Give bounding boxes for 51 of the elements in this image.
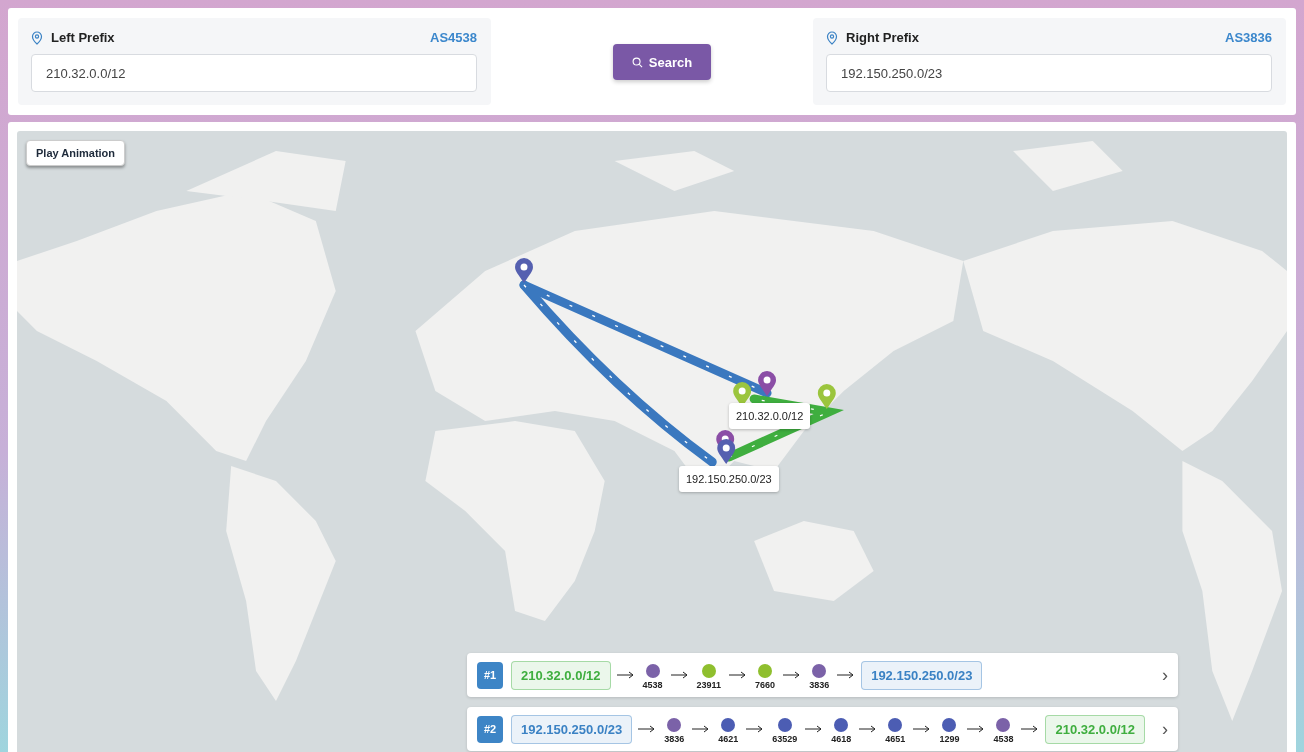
arrow-icon [805,725,824,733]
path-card[interactable]: #2 192.150.250.0/23 3836 4621 63529 4618 4651 1299 4538 210.32.0.0/12 › [467,707,1178,751]
chevron-icon: › [1162,718,1168,740]
prefix-tag: 210.32.0.0/12 [511,660,611,690]
asn-number: 4651 [883,734,908,744]
arrow-icon [692,725,711,733]
asn-number: 3836 [807,680,832,690]
prefix-tag: 210.32.0.0/12 [1045,714,1145,744]
asn-label: AS3836 [1225,30,1272,45]
rank-badge: #2 [477,715,503,743]
arrow-icon [967,725,986,733]
location-pin-icon [31,30,43,45]
asn-number: 4618 [829,734,854,744]
map-pin-icon [758,371,776,396]
asn-label: AS4538 [430,30,477,45]
asn-number: 63529 [770,734,800,744]
rank-badge: #1 [477,661,503,689]
asn-number: 3836 [662,734,687,744]
prefix-input-field[interactable]: 210.32.0.0/12 [31,54,477,92]
prefix-tag: 192.150.250.0/23 [511,714,633,744]
field-label: Right Prefix [846,30,919,45]
map-pin-icon [717,439,736,464]
asn-number: 4538 [991,734,1016,744]
map-tooltip: 192.150.250.0/23 [679,466,779,492]
location-pin-icon [826,30,838,45]
path-card[interactable]: #1 210.32.0.0/12 4538 23911 7660 3836 192.150.250.0/23 › [467,653,1178,697]
prefix-tag: 192.150.250.0/23 [861,660,983,690]
arrow-icon [616,671,635,679]
arrow-icon [1021,725,1040,733]
asn-number: 23911 [694,680,724,690]
arrow-icon [913,725,932,733]
asn-number: 1299 [937,734,962,744]
arrow-icon [783,671,802,679]
arrow-icon [837,671,856,679]
asn-number: 7660 [753,680,778,690]
arrow-icon [729,671,748,679]
chevron-icon: › [1162,664,1168,686]
map-pin-icon [817,384,836,409]
map-tooltip: 210.32.0.0/12 [729,403,811,429]
search-icon [631,56,643,68]
field-label: Left Prefix [51,30,115,45]
play-animation-button[interactable]: Play Animation [26,140,126,166]
asn-number: 4621 [716,734,741,744]
asn-number: 4538 [640,680,665,690]
search-button[interactable]: Search [613,44,711,80]
arrow-icon [859,725,878,733]
arrow-icon [638,725,657,733]
arrow-icon [670,671,689,679]
map-pin-icon [515,258,533,283]
arrow-icon [746,725,765,733]
prefix-input-field[interactable]: 192.150.250.0/23 [826,54,1272,92]
